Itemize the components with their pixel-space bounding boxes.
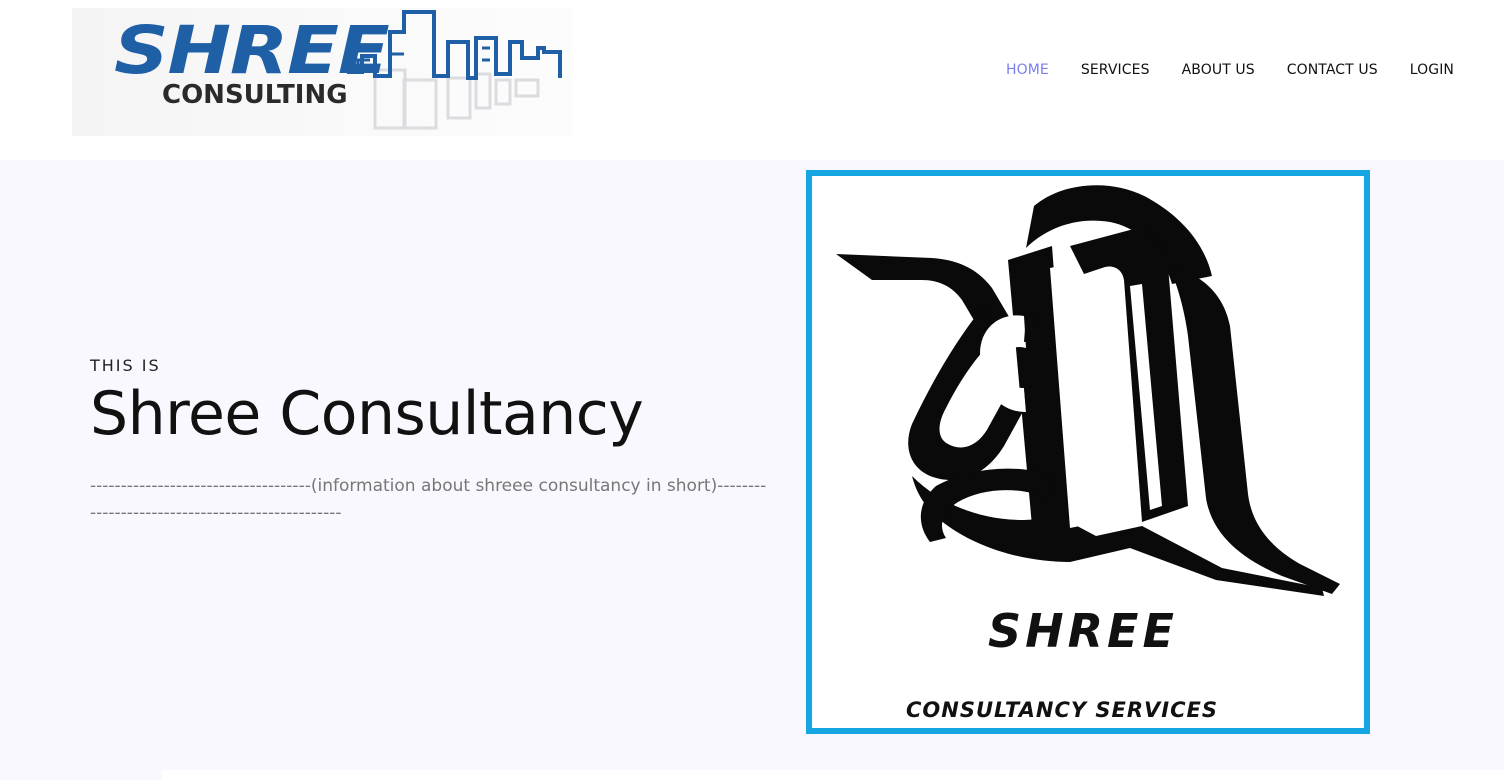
hero-text: THIS IS Shree Consultancy --------------… [90,356,770,527]
hero-logo-image: SHREE CONSULTANCY SERVICES [806,170,1370,734]
logo-sub-text: CONSULTING [162,80,348,110]
site-header: SHREE CONSULTING HOME SERVICES ABOUT US … [0,0,1504,160]
nav-about-us[interactable]: ABOUT US [1182,62,1255,78]
hero-image-caption-main: SHREE [988,604,1178,658]
page-bottom-edge [162,770,1504,780]
nav-home[interactable]: HOME [1006,62,1049,78]
nav-contact-us[interactable]: CONTACT US [1287,62,1378,78]
logo-main-text: SHREE [114,12,390,89]
main-nav: HOME SERVICES ABOUT US CONTACT US LOGIN [1006,62,1454,78]
hero-kicker: THIS IS [90,356,161,375]
hero-description: ------------------------------------(inf… [90,476,767,523]
hero-image-caption-sub: CONSULTANCY SERVICES [906,698,1218,722]
nav-login[interactable]: LOGIN [1410,62,1454,78]
hero-title: Shree Consultancy [90,379,644,449]
page-bottom-edge-left [0,770,162,780]
hero-section: THIS IS Shree Consultancy --------------… [0,160,1504,770]
site-logo[interactable]: SHREE CONSULTING [72,8,572,136]
nav-services[interactable]: SERVICES [1081,62,1150,78]
